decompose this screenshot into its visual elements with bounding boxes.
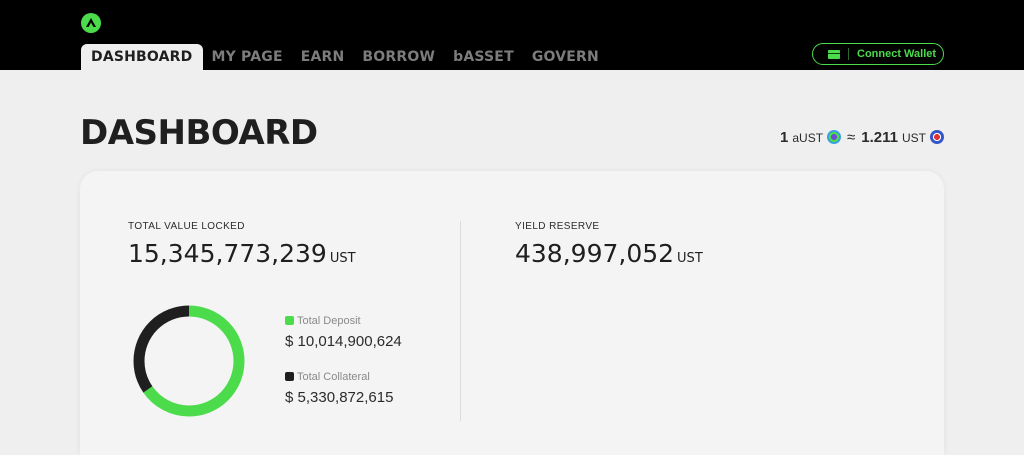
nav-tab-basset[interactable]: bASSET: [444, 44, 523, 70]
top-header: DASHBOARD MY PAGE EARN BORROW bASSET GOV…: [0, 0, 1024, 70]
page-title: DASHBOARD: [80, 113, 318, 153]
button-divider: [848, 48, 849, 60]
deposit-legend-value: $ 10,014,900,624: [285, 333, 402, 350]
market-summary-card: TOTAL VALUE LOCKED 15,345,773,239 UST YIE…: [80, 171, 944, 455]
ust-coin-icon: [930, 130, 944, 144]
connect-wallet-button[interactable]: Connect Wallet: [812, 43, 944, 65]
nav-tab-govern[interactable]: GOVERN: [523, 44, 608, 70]
rate-quote-amount: 1.211: [861, 129, 898, 146]
tvl-value: 15,345,773,239: [128, 239, 327, 268]
yield-reserve-label: YIELD RESERVE: [515, 221, 600, 232]
nav-tab-my-page[interactable]: MY PAGE: [203, 44, 292, 70]
nav-tab-borrow[interactable]: BORROW: [353, 44, 444, 70]
main-nav: DASHBOARD MY PAGE EARN BORROW bASSET GOV…: [81, 44, 608, 70]
rate-base-unit: aUST: [792, 131, 824, 145]
approx-symbol: ≈: [847, 129, 856, 146]
tvl-donut-chart: [133, 305, 245, 417]
tvl-label: TOTAL VALUE LOCKED: [128, 221, 245, 232]
connect-wallet-label: Connect Wallet: [857, 48, 937, 60]
tvl-unit: UST: [329, 251, 356, 266]
deposit-legend-label: Total Deposit: [297, 315, 361, 327]
anchor-logo-icon[interactable]: [81, 13, 101, 33]
collateral-legend-swatch: [285, 372, 294, 381]
deposit-legend-swatch: [285, 316, 294, 325]
wallet-icon: [828, 49, 840, 59]
rate-base-amount: 1: [780, 129, 789, 146]
exchange-rate: 1 aUST ≈ 1.211 UST: [780, 128, 944, 146]
card-divider: [460, 221, 461, 421]
tvl-value-row: 15,345,773,239 UST: [128, 239, 356, 268]
collateral-legend-label: Total Collateral: [297, 371, 370, 383]
yield-reserve-value-row: 438,997,052 UST: [515, 239, 703, 268]
aust-coin-icon: [827, 130, 842, 144]
nav-tab-earn[interactable]: EARN: [292, 44, 354, 70]
nav-tab-dashboard[interactable]: DASHBOARD: [81, 44, 203, 70]
collateral-legend-value: $ 5,330,872,615: [285, 389, 394, 406]
rate-quote-unit: UST: [902, 131, 926, 145]
yield-reserve-unit: UST: [677, 251, 703, 266]
yield-reserve-value: 438,997,052: [515, 239, 675, 268]
